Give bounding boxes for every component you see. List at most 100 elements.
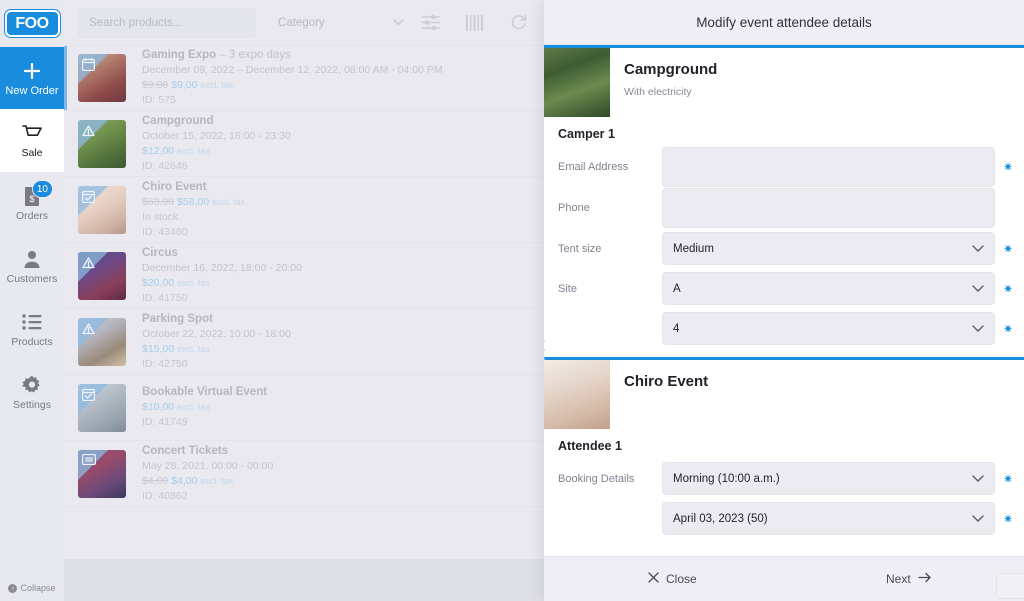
tent-icon xyxy=(82,256,95,269)
required-asterisk-icon: ✷ xyxy=(1002,160,1014,174)
select-field[interactable]: 4 xyxy=(662,312,995,345)
product-tax-note: excl. tax xyxy=(200,80,234,90)
form-row: 4 ✷ xyxy=(544,309,1024,348)
select-field[interactable]: April 03, 2023 (50) xyxy=(662,502,995,535)
sidebar: FOO New Order Sale 10 $ Orders Customers… xyxy=(0,0,64,601)
text-input[interactable] xyxy=(662,188,995,228)
sidebar-item-settings[interactable]: Settings xyxy=(0,361,64,424)
required-asterisk-icon: ✷ xyxy=(995,202,1021,214)
chevron-down-icon xyxy=(393,17,404,29)
modal-title: Modify event attendee details xyxy=(544,0,1024,45)
barcode-icon[interactable] xyxy=(452,14,496,31)
text-input[interactable] xyxy=(662,147,995,187)
event-name: Chiro Event xyxy=(624,373,709,390)
required-asterisk-icon: ✷ xyxy=(1002,511,1014,526)
chevron-down-icon xyxy=(972,514,984,523)
sidebar-item-orders[interactable]: 10 $ Orders xyxy=(0,172,64,235)
field-value: A xyxy=(673,282,681,295)
tent-icon xyxy=(82,124,95,137)
form-row: Email Address ✷ xyxy=(544,147,1024,187)
form-row: Site A ✷ xyxy=(544,269,1024,308)
arrow-right-icon xyxy=(918,572,932,586)
calendar-check-icon xyxy=(82,388,95,401)
attendee-details-modal: Modify event attendee details Campground… xyxy=(544,0,1024,601)
sidebar-item-label: Products xyxy=(11,336,53,348)
product-thumbnail xyxy=(78,185,126,234)
form-row: Booking Details Morning (10:00 a.m.) ✷ xyxy=(544,459,1024,498)
collapse-button[interactable]: ‹ Collapse xyxy=(0,583,64,593)
required-asterisk-icon: ✷ xyxy=(1002,241,1014,256)
product-tax-note: excl. tax xyxy=(200,475,234,486)
app-root: FOO New Order Sale 10 $ Orders Customers… xyxy=(0,0,1024,601)
sidebar-item-sale[interactable]: Sale xyxy=(0,109,64,172)
next-label: Next xyxy=(886,572,911,586)
required-asterisk-icon: ✷ xyxy=(1002,321,1014,336)
form-row: Phone ✷ xyxy=(544,188,1024,228)
field-value: April 03, 2023 (50) xyxy=(673,512,768,525)
select-field[interactable]: A xyxy=(662,272,995,305)
sidebar-item-new-order[interactable]: New Order xyxy=(0,47,64,109)
event-header: Campground With electricity xyxy=(544,48,1024,117)
logo-text: FOO xyxy=(15,14,49,32)
product-price-current: $15,00 xyxy=(142,342,175,355)
select-field[interactable]: Morning (10:00 a.m.) xyxy=(662,462,995,495)
user-icon xyxy=(22,248,42,270)
sidebar-item-customers[interactable]: Customers xyxy=(0,235,64,298)
gear-icon xyxy=(22,374,42,396)
attendee-heading: Attendee 1 xyxy=(558,439,622,453)
close-button[interactable]: Close xyxy=(648,572,697,586)
product-tax-note: excl. tax xyxy=(177,402,211,412)
corner-widget[interactable] xyxy=(996,573,1024,599)
sidebar-item-products[interactable]: Products xyxy=(0,298,64,361)
event-block: Chiro Event Attendee 1 Booking Details Morn… xyxy=(544,357,1024,538)
product-price-old: $63,00 xyxy=(142,195,175,208)
sidebar-item-label: Orders xyxy=(15,210,49,222)
event-title-wrap: Chiro Event xyxy=(610,360,708,429)
category-label: Category xyxy=(278,16,325,29)
product-thumbnail xyxy=(78,449,126,498)
sidebar-item-label: Customers xyxy=(6,273,58,285)
field-label: Email Address xyxy=(558,161,629,173)
product-tax-note: excl. tax xyxy=(177,343,211,354)
chevron-down-icon xyxy=(972,324,984,333)
filter-sliders-icon[interactable] xyxy=(408,14,452,31)
field-label: Site xyxy=(558,282,577,295)
modal-body: Campground With electricity Camper 1 Email … xyxy=(544,45,1024,556)
orders-badge: 10 xyxy=(31,180,53,198)
sidebar-item-label: New Order xyxy=(5,84,59,97)
event-header: Chiro Event xyxy=(544,360,1024,429)
required-asterisk-icon: ✷ xyxy=(1002,471,1014,486)
product-thumbnail xyxy=(78,251,126,300)
product-price-old: $4,00 xyxy=(142,474,169,487)
event-title-wrap: Campground With electricity xyxy=(610,48,717,117)
product-subtitle: – 3 expo days xyxy=(219,49,291,61)
product-price-current: $10,00 xyxy=(142,401,175,413)
field-value: Morning (10:00 a.m.) xyxy=(673,472,780,485)
product-price-old: $9,00 xyxy=(142,79,169,91)
close-label: Close xyxy=(666,572,697,586)
event-thumbnail xyxy=(544,360,610,429)
app-logo[interactable]: FOO xyxy=(0,0,64,47)
category-dropdown[interactable]: Category xyxy=(278,8,408,38)
required-asterisk-icon: ✷ xyxy=(1002,281,1014,296)
refresh-icon[interactable] xyxy=(496,14,540,31)
collapse-label: Collapse xyxy=(20,583,56,593)
product-tax-note: excl. tax xyxy=(177,145,211,156)
tent-icon xyxy=(82,322,95,335)
product-thumbnail xyxy=(78,317,126,366)
field-value: 4 xyxy=(673,322,680,335)
product-price-current: $12,00 xyxy=(142,144,175,157)
chevron-down-icon xyxy=(972,244,984,253)
sidebar-item-label: Sale xyxy=(21,147,43,159)
search-input[interactable]: Search products... xyxy=(78,7,256,38)
select-field[interactable]: Medium xyxy=(662,232,995,265)
event-subtitle: With electricity xyxy=(624,86,692,98)
attendee-heading: Camper 1 xyxy=(558,127,615,141)
collapse-icon: ‹ xyxy=(8,583,18,593)
product-price-current: $58,00 xyxy=(177,195,210,208)
sidebar-item-label: Settings xyxy=(13,399,51,411)
field-label: Tent size xyxy=(558,242,602,255)
product-tax-note: excl. tax xyxy=(212,196,246,207)
next-button[interactable]: Next xyxy=(886,572,932,586)
product-tax-note: excl. tax xyxy=(177,277,211,288)
